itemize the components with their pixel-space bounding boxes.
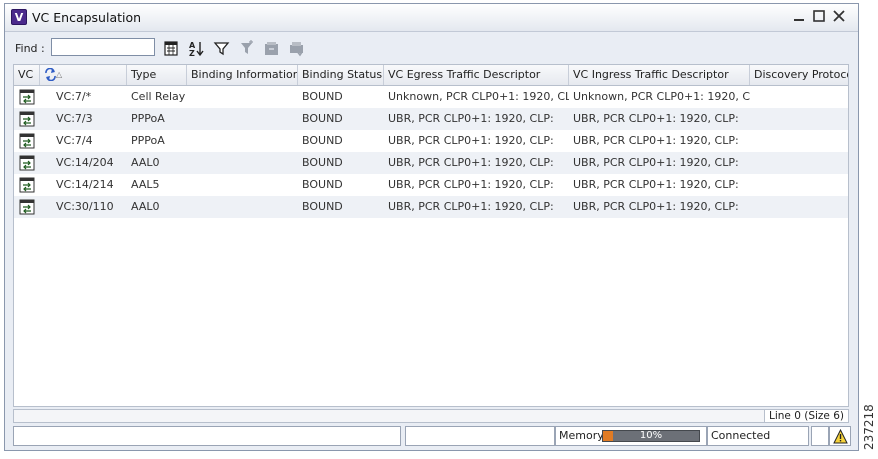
filter-icon[interactable]	[213, 40, 230, 57]
ingress-descriptor-cell: UBR, PCR CLP0+1: 1920, CLP:	[573, 178, 739, 191]
close-icon[interactable]	[832, 9, 846, 23]
table-row[interactable]: VC:14/204 AAL0 BOUND UBR, PCR CLP0+1: 1920,…	[14, 152, 848, 174]
vc-icon	[19, 133, 35, 149]
maximize-icon[interactable]	[812, 9, 826, 23]
binding-status-cell: BOUND	[302, 178, 343, 191]
binding-information-cell	[187, 174, 298, 196]
status-field-blank	[811, 426, 829, 446]
ingress-descriptor-cell: Unknown, PCR CLP0+1: 1920, CLP:	[573, 90, 750, 103]
discovery-protocols-cell	[750, 196, 848, 218]
egress-descriptor-cell: UBR, PCR CLP0+1: 1920, CLP:	[388, 178, 554, 191]
binding-information-cell	[187, 108, 298, 130]
table-header: VC △ Type Binding Information Binding St…	[14, 65, 848, 86]
egress-descriptor-cell: UBR, PCR CLP0+1: 1920, CLP:	[388, 200, 554, 213]
binding-information-cell	[187, 130, 298, 152]
find-label: Find :	[15, 42, 45, 55]
egress-descriptor-cell: UBR, PCR CLP0+1: 1920, CLP:	[388, 112, 554, 125]
table-row[interactable]: VC:7/4 PPPoA BOUND UBR, PCR CLP0+1: 1920, C…	[14, 130, 848, 152]
egress-descriptor-cell: Unknown, PCR CLP0+1: 1920, CLP:	[388, 90, 569, 103]
memory-label: Memory:	[559, 429, 607, 442]
vc-name-cell: VC:14/204	[56, 156, 114, 169]
vc-table: VC △ Type Binding Information Binding St…	[13, 64, 849, 407]
binding-status-cell: BOUND	[302, 134, 343, 147]
svg-text:Z: Z	[189, 49, 195, 57]
vc-icon	[19, 89, 35, 105]
window-title: VC Encapsulation	[32, 10, 142, 25]
vc-icon	[19, 177, 35, 193]
ingress-descriptor-cell: UBR, PCR CLP0+1: 1920, CLP:	[573, 156, 739, 169]
sort-a-z-icon[interactable]: A Z	[188, 40, 205, 57]
column-header-type[interactable]: Type	[127, 65, 187, 85]
connection-status: Connected	[707, 426, 809, 446]
memory-percent: 10%	[639, 430, 663, 441]
egress-descriptor-cell: UBR, PCR CLP0+1: 1920, CLP:	[388, 156, 554, 169]
type-cell: AAL5	[131, 178, 160, 191]
title-bar: V VC Encapsulation	[5, 4, 858, 32]
minimize-icon[interactable]	[792, 9, 806, 23]
column-header-vc[interactable]: VC	[14, 65, 40, 85]
ingress-descriptor-cell: UBR, PCR CLP0+1: 1920, CLP:	[573, 112, 739, 125]
table-row[interactable]: VC:7/3 PPPoA BOUND UBR, PCR CLP0+1: 1920, C…	[14, 108, 848, 130]
type-cell: AAL0	[131, 156, 160, 169]
egress-descriptor-cell: UBR, PCR CLP0+1: 1920, CLP:	[388, 134, 554, 147]
warning-icon	[833, 429, 848, 444]
memory-panel: Memory: 10%	[555, 426, 707, 446]
table-row[interactable]: VC:30/110 AAL0 BOUND UBR, PCR CLP0+1: 1920,…	[14, 196, 848, 218]
toolbar: Find : A Z	[11, 35, 852, 62]
discovery-protocols-cell	[750, 152, 848, 174]
column-header-binding-status[interactable]: Binding Status	[298, 65, 384, 85]
app-logo-icon: V	[11, 9, 27, 25]
table-properties-icon[interactable]	[163, 40, 180, 57]
vc-encapsulation-window: V VC Encapsulation Find : A Z VC △ Type …	[4, 3, 859, 451]
vc-icon	[19, 155, 35, 171]
discovery-protocols-cell	[750, 86, 848, 108]
binding-status-cell: BOUND	[302, 200, 343, 213]
ingress-descriptor-cell: UBR, PCR CLP0+1: 1920, CLP:	[573, 134, 739, 147]
binding-information-cell	[187, 152, 298, 174]
binding-information-cell	[187, 86, 298, 108]
binding-status-cell: BOUND	[302, 156, 343, 169]
type-cell: AAL0	[131, 200, 160, 213]
line-info: Line 0 (Size 6)	[763, 410, 848, 422]
type-cell: PPPoA	[131, 112, 165, 125]
discovery-protocols-cell	[750, 108, 848, 130]
export-icon[interactable]	[263, 40, 280, 57]
type-cell: PPPoA	[131, 134, 165, 147]
horizontal-scrollbar[interactable]: Line 0 (Size 6)	[13, 409, 849, 423]
vc-icon	[19, 111, 35, 127]
table-row[interactable]: VC:14/214 AAL5 BOUND UBR, PCR CLP0+1: 1920,…	[14, 174, 848, 196]
column-header-vc-egress[interactable]: VC Egress Traffic Descriptor	[384, 65, 569, 85]
vc-icon	[19, 199, 35, 215]
vc-name-cell: VC:7/4	[56, 134, 93, 147]
status-field-info	[405, 426, 555, 446]
vc-name-cell: VC:30/110	[56, 200, 114, 213]
table-row[interactable]: VC:7/* Cell Relay BOUND Unknown, PCR CLP0+1…	[14, 86, 848, 108]
column-header-name[interactable]: △	[40, 65, 127, 85]
discovery-protocols-cell	[750, 130, 848, 152]
column-header-binding-information[interactable]: Binding Information	[187, 65, 298, 85]
vc-name-cell: VC:7/3	[56, 112, 93, 125]
warning-panel[interactable]	[829, 426, 851, 446]
sort-ascending-icon: △	[56, 70, 63, 79]
vc-name-cell: VC:14/214	[56, 178, 114, 191]
find-input[interactable]	[51, 38, 155, 56]
status-field-message	[13, 426, 401, 446]
column-header-discovery-protocols[interactable]: Discovery Protocols	[750, 65, 848, 85]
status-bar: Memory: 10% Connected	[13, 426, 854, 446]
vc-name-cell: VC:7/*	[56, 90, 92, 103]
binding-status-cell: BOUND	[302, 112, 343, 125]
memory-bar: 10%	[602, 430, 700, 442]
advanced-filter-icon[interactable]	[238, 40, 255, 57]
binding-information-cell	[187, 196, 298, 218]
print-icon[interactable]	[288, 40, 305, 57]
column-header-vc-ingress[interactable]: VC Ingress Traffic Descriptor	[569, 65, 750, 85]
discovery-protocols-cell	[750, 174, 848, 196]
figure-number: 237218	[862, 404, 876, 450]
ingress-descriptor-cell: UBR, PCR CLP0+1: 1920, CLP:	[573, 200, 739, 213]
binding-status-cell: BOUND	[302, 90, 343, 103]
type-cell: Cell Relay	[131, 90, 186, 103]
